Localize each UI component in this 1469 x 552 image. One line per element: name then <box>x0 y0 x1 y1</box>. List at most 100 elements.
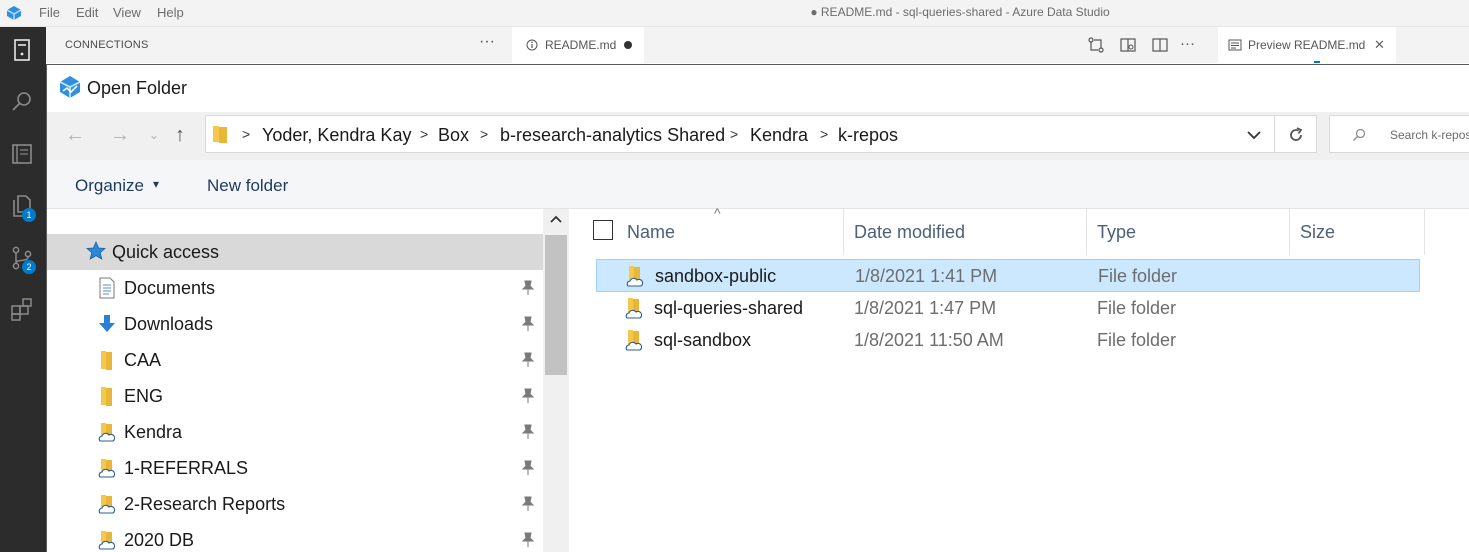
nav-label-downloads: Downloads <box>124 314 214 334</box>
forward-arrow-icon[interactable]: → <box>110 124 130 147</box>
scroll-up-arrow-icon[interactable] <box>550 215 562 223</box>
search-box[interactable]: Search k-repos <box>1329 115 1469 153</box>
column-header-type[interactable]: Type <box>1087 209 1290 255</box>
tab-preview-label: Preview README.md <box>1248 38 1366 52</box>
breadcrumb-separator-icon: > <box>420 126 429 142</box>
folder-icon <box>101 387 112 406</box>
file-type: File folder <box>1097 330 1177 350</box>
connections-header: CONNECTIONS ··· <box>46 27 512 63</box>
pin-icon[interactable] <box>521 460 535 476</box>
select-all-checkbox[interactable] <box>593 220 613 240</box>
close-tab-icon[interactable]: ✕ <box>1374 37 1385 53</box>
column-header-date-modified[interactable]: Date modified <box>844 209 1087 255</box>
breadcrumb-separator-icon: > <box>480 126 489 142</box>
azure-data-studio-dialog-icon <box>59 76 81 98</box>
navigation-bar: ← → ⌄ ↑ > Yoder, Kendra Kay > Box > b-re… <box>47 112 1469 160</box>
unsaved-dot-icon[interactable] <box>624 41 632 49</box>
breadcrumb-shared[interactable]: b-research-analytics Shared <box>500 125 725 146</box>
split-editor-icon[interactable] <box>1151 36 1169 54</box>
column-type-label: Type <box>1097 222 1137 242</box>
pin-icon[interactable] <box>521 316 535 332</box>
nav-item-kendra[interactable]: Kendra <box>47 414 543 450</box>
nav-item-2020-db[interactable]: 2020 DB <box>47 522 543 552</box>
navigation-pane-scrollbar[interactable] <box>543 209 569 552</box>
breadcrumb-separator-icon: > <box>820 126 829 142</box>
more-actions-button[interactable]: ··· <box>479 33 495 51</box>
breadcrumb-user[interactable]: Yoder, Kendra Kay <box>262 125 411 146</box>
nav-label-2020-db: 2020 DB <box>124 530 195 550</box>
refresh-icon <box>1290 127 1303 141</box>
nav-item-1-referrals[interactable]: 1-REFERRALS <box>47 450 543 486</box>
up-arrow-icon[interactable]: ↑ <box>175 124 185 147</box>
pin-icon[interactable] <box>521 280 535 296</box>
navigation-pane: Quick access Documents Downloads CAA ENG… <box>47 209 543 552</box>
search-icon <box>1353 128 1366 141</box>
nav-item-downloads[interactable]: Downloads <box>47 306 543 342</box>
title-bar: File Edit View Help ● README.md - sql-qu… <box>0 0 1469 27</box>
organize-button[interactable]: Organize <box>75 176 144 196</box>
file-type: File folder <box>1097 298 1177 318</box>
tab-readme-label: README.md <box>545 38 617 52</box>
file-type: File folder <box>1098 266 1178 286</box>
organize-dropdown-icon[interactable]: ▾ <box>153 177 159 191</box>
breadcrumb-separator-icon: > <box>730 126 739 142</box>
editor-tab-bar: README.md ··· Preview README.md ✕ <box>512 27 1469 63</box>
recent-locations-chevron-icon[interactable]: ⌄ <box>149 128 159 142</box>
folder-icon <box>101 351 112 370</box>
nav-item-2-research-reports[interactable]: 2-Research Reports <box>47 486 543 522</box>
file-name: sql-sandbox <box>654 330 752 350</box>
tab-readme[interactable]: README.md <box>512 27 644 63</box>
tab-preview-readme[interactable]: Preview README.md ✕ <box>1218 27 1396 63</box>
extensions-icon[interactable] <box>9 297 35 323</box>
pin-icon[interactable] <box>521 388 535 404</box>
breadcrumb-k-repos[interactable]: k-repos <box>838 125 898 146</box>
breadcrumb-box[interactable]: Box <box>438 125 469 146</box>
file-row-sandbox-public[interactable]: sandbox-public 1/8/2021 1:41 PM File fol… <box>596 259 1420 292</box>
cloud-folder-icon <box>625 298 643 319</box>
search-placeholder[interactable]: Search k-repos <box>1390 128 1469 142</box>
info-icon <box>526 39 538 51</box>
window-title: ● README.md - sql-queries-shared - Azure… <box>810 5 1110 19</box>
pin-icon[interactable] <box>521 352 535 368</box>
nav-item-quick-access[interactable]: Quick access <box>47 234 543 270</box>
file-row-sql-queries-shared[interactable]: sql-queries-shared 1/8/2021 1:47 PM File… <box>596 292 1420 325</box>
editor-more-actions-button[interactable]: ··· <box>1180 35 1195 52</box>
pin-icon[interactable] <box>521 532 535 548</box>
documents-icon <box>99 277 115 299</box>
nav-label-eng: ENG <box>124 386 164 406</box>
downloads-icon <box>99 315 115 332</box>
pin-icon[interactable] <box>521 424 535 440</box>
nav-item-eng[interactable]: ENG <box>47 378 543 414</box>
nav-label-2-research-reports: 2-Research Reports <box>124 494 286 514</box>
file-list: ^ Name Date modified Type Size sandbox-p… <box>569 205 1469 552</box>
nav-label-quick-access: Quick access <box>112 242 220 262</box>
breadcrumb-separator-icon: > <box>242 126 251 142</box>
address-bar[interactable]: > Yoder, Kendra Kay > Box > b-research-a… <box>205 115 1275 153</box>
file-row-sql-sandbox[interactable]: sql-sandbox 1/8/2021 11:50 AM File folde… <box>596 324 1420 357</box>
address-dropdown-chevron-icon[interactable] <box>1246 130 1262 140</box>
column-header-name[interactable]: ^ Name <box>569 205 844 255</box>
nav-item-documents[interactable]: Documents <box>47 270 543 306</box>
open-folder-dialog: Open Folder ← → ⌄ ↑ > Yoder, Kendra Kay … <box>46 64 1469 552</box>
open-preview-icon[interactable] <box>1119 36 1137 54</box>
servers-icon[interactable] <box>9 37 35 63</box>
notebook-icon[interactable] <box>9 141 35 167</box>
file-name: sql-queries-shared <box>654 298 804 318</box>
new-folder-button[interactable]: New folder <box>207 176 288 196</box>
refresh-button[interactable] <box>1275 115 1317 153</box>
search-icon[interactable] <box>9 89 35 115</box>
window-title-container: ● README.md - sql-queries-shared - Azure… <box>0 5 1469 19</box>
column-date-label: Date modified <box>854 222 966 242</box>
back-arrow-icon[interactable]: ← <box>65 124 85 147</box>
nav-item-caa[interactable]: CAA <box>47 342 543 378</box>
breadcrumb-kendra[interactable]: Kendra <box>750 125 808 146</box>
scrollbar-thumb[interactable] <box>545 235 567 375</box>
star-icon <box>86 240 106 260</box>
column-header-size[interactable]: Size <box>1290 209 1425 255</box>
file-date-modified: 1/8/2021 1:47 PM <box>854 298 997 318</box>
sort-ascending-icon: ^ <box>714 205 721 221</box>
column-name-label: Name <box>627 222 676 242</box>
pin-icon[interactable] <box>521 496 535 512</box>
compare-changes-icon[interactable] <box>1087 36 1105 54</box>
dialog-title: Open Folder <box>87 78 188 98</box>
